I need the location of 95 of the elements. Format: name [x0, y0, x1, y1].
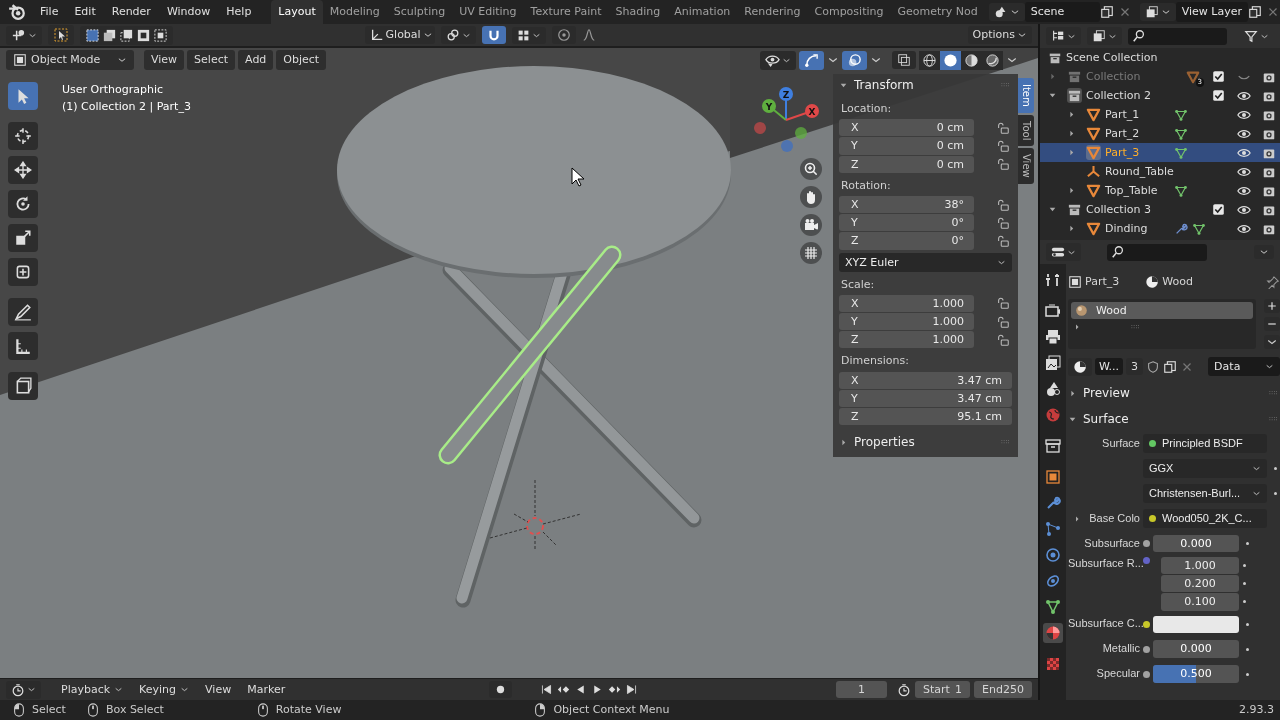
menu-item[interactable]: Render — [103, 5, 159, 19]
material-name-field[interactable]: W... — [1095, 357, 1124, 376]
menu-item[interactable]: Add — [238, 50, 274, 70]
workspace-tab[interactable]: Shading — [608, 0, 668, 24]
material-name-label: Wood — [1162, 274, 1193, 289]
menu-dropdown[interactable]: Keying — [133, 680, 196, 699]
panel-title[interactable]: Surface — [1083, 411, 1262, 427]
number-field[interactable]: 1.000 — [1161, 557, 1239, 575]
workspace-tab[interactable]: Animation — [667, 0, 738, 24]
slider-field[interactable]: 0.000 — [1153, 534, 1239, 553]
current-frame-field[interactable]: 1 — [836, 680, 887, 699]
field-label: Location: — [841, 102, 893, 116]
outliner-item[interactable]: Round_Table — [1105, 164, 1174, 179]
menu-item[interactable]: File — [32, 5, 67, 19]
panel-title[interactable]: Preview — [1083, 385, 1262, 401]
axis-handle[interactable]: Y — [762, 99, 787, 121]
menu-item[interactable]: View — [144, 50, 185, 70]
slider-field[interactable]: 0.500 — [1153, 665, 1239, 683]
number-field[interactable]: Z 0 cm — [839, 155, 974, 173]
workspace-tab[interactable]: UV Editing — [452, 0, 524, 24]
texture-link-field[interactable]: Wood050_2K_C... — [1143, 508, 1267, 529]
sidebar-tab[interactable]: Tool — [1018, 114, 1034, 147]
user-count-button[interactable]: 3 — [1126, 357, 1144, 376]
object-name-label: Part_3 — [1085, 274, 1120, 289]
axis-handle[interactable]: X — [785, 104, 819, 121]
axis-handle[interactable]: Z — [779, 87, 793, 121]
rotation-mode-dropdown[interactable]: XYZ Euler — [839, 252, 1012, 272]
number-field[interactable]: 0.100 — [1161, 593, 1239, 611]
property-label: Metallic — [1101, 642, 1140, 656]
options-dropdown[interactable]: Options — [967, 26, 1032, 44]
field-label: Dimensions: — [841, 354, 910, 368]
menu-item[interactable]: Object — [276, 50, 327, 70]
number-field[interactable]: Y 1.000 — [839, 313, 974, 331]
field-label: Scale: — [841, 277, 876, 291]
menu-item[interactable]: Window — [158, 5, 219, 19]
outliner-item[interactable]: Part_2 — [1105, 126, 1170, 141]
sidebar-tab[interactable]: Item — [1018, 78, 1034, 113]
panel-title[interactable]: Transform — [854, 77, 994, 93]
dropdown[interactable]: GGX — [1143, 458, 1267, 479]
workspace-tab[interactable]: Compositing — [807, 0, 891, 24]
outliner-item[interactable]: Top_Table — [1105, 183, 1170, 198]
property-label: Subsurface — [1083, 536, 1140, 551]
end-frame-field[interactable]: End250 — [974, 680, 1032, 699]
material-slot[interactable]: Wood — [1071, 302, 1253, 320]
transform-orientation-dropdown[interactable]: Global — [364, 26, 435, 44]
property-label: Base Colo — [1089, 511, 1140, 526]
workspace-tab[interactable]: Texture Paint — [523, 0, 609, 24]
scene-field[interactable]: Scene — [1024, 2, 1100, 22]
outliner-item[interactable]: Scene Collection — [1066, 50, 1158, 65]
menu-item[interactable]: Select — [187, 50, 236, 70]
number-field[interactable]: Z 1.000 — [839, 331, 974, 349]
workspace-tab[interactable]: Geometry Nod — [890, 0, 985, 24]
number-field[interactable]: Y 0 cm — [839, 137, 974, 155]
status-hint: Box Select — [105, 703, 164, 717]
workspace-tab[interactable]: Rendering — [737, 0, 808, 24]
number-field[interactable]: X 38° — [839, 195, 974, 214]
slider-field[interactable]: 0.000 — [1153, 640, 1239, 658]
property-label: Specular — [1095, 667, 1140, 681]
number-field[interactable]: Z 95.1 cm — [839, 408, 1012, 426]
shader-link-field[interactable]: Principled BSDF — [1143, 433, 1267, 454]
number-field[interactable]: X 3.47 cm — [839, 371, 1012, 389]
panel-title[interactable]: Properties — [854, 435, 994, 450]
workspace-tab[interactable]: Modeling — [322, 0, 387, 24]
outliner-item[interactable]: Part_1 — [1105, 107, 1170, 122]
status-hint: Object Context Menu — [553, 703, 670, 717]
view-layer-field[interactable]: View Layer — [1175, 2, 1248, 22]
property-label: Surface — [1101, 436, 1140, 451]
object-info-label: (1) Collection 2 | Part_3 — [62, 99, 191, 115]
outliner-item[interactable]: Collection — [1086, 69, 1182, 84]
link-dropdown[interactable]: Data — [1208, 356, 1280, 377]
outliner-item[interactable]: Collection 2 — [1086, 88, 1182, 103]
number-field[interactable]: X 1.000 — [839, 294, 974, 313]
object-mode-dropdown[interactable]: Object Mode — [6, 50, 134, 70]
menu-dropdown[interactable]: Playback — [55, 680, 130, 699]
status-hint: Select — [32, 703, 66, 717]
view-name-label: User Orthographic — [62, 82, 165, 98]
start-frame-field[interactable]: Start 1 — [914, 680, 971, 699]
menu-item[interactable]: Edit — [66, 5, 104, 19]
number-field[interactable]: Z 0° — [839, 232, 974, 250]
outliner-item[interactable]: Dinding — [1105, 221, 1170, 236]
number-field[interactable]: Y 3.47 cm — [839, 389, 1012, 407]
dropdown[interactable]: Christensen-Burl... — [1143, 483, 1267, 504]
workspace-tab[interactable]: Sculpting — [386, 0, 453, 24]
number-field[interactable]: X 0 cm — [839, 119, 974, 137]
version-label: 2.93.3 — [1239, 703, 1274, 717]
outliner-item[interactable]: Collection 3 — [1086, 202, 1182, 217]
workspace-tab[interactable]: Layout — [271, 0, 323, 24]
number-field[interactable]: 0.200 — [1161, 575, 1239, 593]
menu-item[interactable]: View — [199, 680, 238, 699]
sidebar-tab[interactable]: View — [1018, 148, 1034, 184]
field-label: Rotation: — [841, 178, 892, 192]
menu-item[interactable]: Help — [218, 5, 260, 19]
menu-item[interactable]: Marker — [241, 680, 292, 699]
status-hint: Rotate View — [275, 703, 342, 717]
number-field[interactable]: Y 0° — [839, 214, 974, 232]
